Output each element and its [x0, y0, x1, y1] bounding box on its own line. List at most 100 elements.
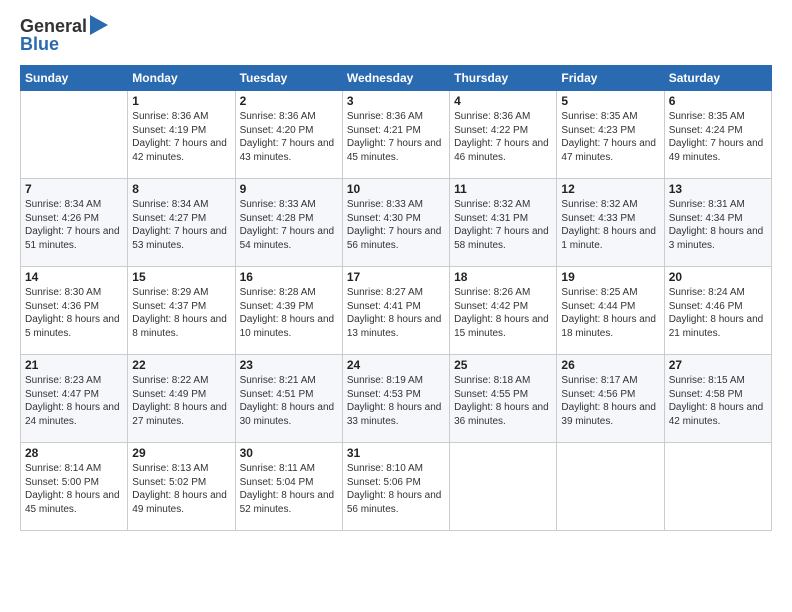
day-info: Sunrise: 8:22 AMSunset: 4:49 PMDaylight:…: [132, 374, 230, 428]
day-number: 13: [669, 182, 767, 196]
day-info: Sunrise: 8:36 AMSunset: 4:19 PMDaylight:…: [132, 110, 230, 164]
day-cell: 20 Sunrise: 8:24 AMSunset: 4:46 PMDayligh…: [664, 267, 771, 355]
day-cell: 11 Sunrise: 8:32 AMSunset: 4:31 PMDayligh…: [450, 179, 557, 267]
day-cell: [557, 443, 664, 531]
day-number: 2: [240, 94, 338, 108]
day-number: 23: [240, 358, 338, 372]
day-cell: 7 Sunrise: 8:34 AMSunset: 4:26 PMDaylight…: [21, 179, 128, 267]
calendar-table: SundayMondayTuesdayWednesdayThursdayFrid…: [20, 65, 772, 531]
day-number: 11: [454, 182, 552, 196]
day-number: 19: [561, 270, 659, 284]
day-cell: 30Sunrise: 8:11 AMSunset: 5:04 PMDayligh…: [235, 443, 342, 531]
header: General Blue: [20, 16, 772, 55]
week-row-1: 1 Sunrise: 8:36 AMSunset: 4:19 PMDaylight…: [21, 91, 772, 179]
day-number: 1: [132, 94, 230, 108]
day-number: 5: [561, 94, 659, 108]
weekday-header-sunday: Sunday: [21, 66, 128, 91]
day-number: 20: [669, 270, 767, 284]
day-cell: 19 Sunrise: 8:25 AMSunset: 4:44 PMDayligh…: [557, 267, 664, 355]
day-number: 7: [25, 182, 123, 196]
day-cell: 25Sunrise: 8:18 AMSunset: 4:55 PMDayligh…: [450, 355, 557, 443]
day-cell: 15Sunrise: 8:29 AMSunset: 4:37 PMDayligh…: [128, 267, 235, 355]
day-info: Sunrise: 8:13 AMSunset: 5:02 PMDaylight:…: [132, 462, 230, 516]
day-number: 26: [561, 358, 659, 372]
day-cell: 13 Sunrise: 8:31 AMSunset: 4:34 PMDayligh…: [664, 179, 771, 267]
day-info: Sunrise: 8:14 AMSunset: 5:00 PMDaylight:…: [25, 462, 123, 516]
day-number: 8: [132, 182, 230, 196]
day-number: 3: [347, 94, 445, 108]
day-number: 16: [240, 270, 338, 284]
day-number: 28: [25, 446, 123, 460]
day-cell: 29 Sunrise: 8:13 AMSunset: 5:02 PMDayligh…: [128, 443, 235, 531]
day-info: Sunrise: 8:33 AMSunset: 4:30 PMDaylight:…: [347, 198, 445, 252]
day-cell: 23 Sunrise: 8:21 AMSunset: 4:51 PMDayligh…: [235, 355, 342, 443]
day-cell: 3 Sunrise: 8:36 AMSunset: 4:21 PMDaylight…: [342, 91, 449, 179]
day-cell: 24 Sunrise: 8:19 AMSunset: 4:53 PMDayligh…: [342, 355, 449, 443]
weekday-header-row: SundayMondayTuesdayWednesdayThursdayFrid…: [21, 66, 772, 91]
day-info: Sunrise: 8:36 AMSunset: 4:21 PMDaylight:…: [347, 110, 445, 164]
day-cell: 21 Sunrise: 8:23 AMSunset: 4:47 PMDayligh…: [21, 355, 128, 443]
day-info: Sunrise: 8:19 AMSunset: 4:53 PMDaylight:…: [347, 374, 445, 428]
day-cell: 22 Sunrise: 8:22 AMSunset: 4:49 PMDayligh…: [128, 355, 235, 443]
day-number: 31: [347, 446, 445, 460]
day-cell: [450, 443, 557, 531]
weekday-header-saturday: Saturday: [664, 66, 771, 91]
day-cell: 28 Sunrise: 8:14 AMSunset: 5:00 PMDayligh…: [21, 443, 128, 531]
day-info: Sunrise: 8:10 AMSunset: 5:06 PMDaylight:…: [347, 462, 445, 516]
day-cell: 6Sunrise: 8:35 AMSunset: 4:24 PMDaylight…: [664, 91, 771, 179]
day-info: Sunrise: 8:36 AMSunset: 4:22 PMDaylight:…: [454, 110, 552, 164]
weekday-header-tuesday: Tuesday: [235, 66, 342, 91]
logo: General Blue: [20, 16, 108, 55]
week-row-2: 7 Sunrise: 8:34 AMSunset: 4:26 PMDaylight…: [21, 179, 772, 267]
day-info: Sunrise: 8:32 AMSunset: 4:33 PMDaylight:…: [561, 198, 659, 252]
day-cell: 4 Sunrise: 8:36 AMSunset: 4:22 PMDaylight…: [450, 91, 557, 179]
day-cell: 14Sunrise: 8:30 AMSunset: 4:36 PMDayligh…: [21, 267, 128, 355]
day-info: Sunrise: 8:23 AMSunset: 4:47 PMDaylight:…: [25, 374, 123, 428]
day-cell: 27 Sunrise: 8:15 AMSunset: 4:58 PMDayligh…: [664, 355, 771, 443]
day-info: Sunrise: 8:24 AMSunset: 4:46 PMDaylight:…: [669, 286, 767, 340]
day-info: Sunrise: 8:18 AMSunset: 4:55 PMDaylight:…: [454, 374, 552, 428]
day-number: 18: [454, 270, 552, 284]
logo-blue-text: Blue: [20, 34, 108, 55]
week-row-3: 14Sunrise: 8:30 AMSunset: 4:36 PMDayligh…: [21, 267, 772, 355]
day-cell: 26 Sunrise: 8:17 AMSunset: 4:56 PMDayligh…: [557, 355, 664, 443]
day-number: 29: [132, 446, 230, 460]
day-info: Sunrise: 8:34 AMSunset: 4:26 PMDaylight:…: [25, 198, 123, 252]
weekday-header-thursday: Thursday: [450, 66, 557, 91]
day-info: Sunrise: 8:31 AMSunset: 4:34 PMDaylight:…: [669, 198, 767, 252]
day-info: Sunrise: 8:33 AMSunset: 4:28 PMDaylight:…: [240, 198, 338, 252]
day-info: Sunrise: 8:15 AMSunset: 4:58 PMDaylight:…: [669, 374, 767, 428]
day-number: 21: [25, 358, 123, 372]
page: General Blue SundayMondayTuesdayWednesda…: [0, 0, 792, 612]
weekday-header-wednesday: Wednesday: [342, 66, 449, 91]
day-cell: [21, 91, 128, 179]
day-number: 6: [669, 94, 767, 108]
week-row-5: 28 Sunrise: 8:14 AMSunset: 5:00 PMDayligh…: [21, 443, 772, 531]
weekday-header-monday: Monday: [128, 66, 235, 91]
day-cell: 1 Sunrise: 8:36 AMSunset: 4:19 PMDaylight…: [128, 91, 235, 179]
day-info: Sunrise: 8:17 AMSunset: 4:56 PMDaylight:…: [561, 374, 659, 428]
day-number: 24: [347, 358, 445, 372]
day-info: Sunrise: 8:25 AMSunset: 4:44 PMDaylight:…: [561, 286, 659, 340]
day-info: Sunrise: 8:26 AMSunset: 4:42 PMDaylight:…: [454, 286, 552, 340]
day-number: 22: [132, 358, 230, 372]
day-number: 27: [669, 358, 767, 372]
day-cell: 10Sunrise: 8:33 AMSunset: 4:30 PMDayligh…: [342, 179, 449, 267]
day-info: Sunrise: 8:21 AMSunset: 4:51 PMDaylight:…: [240, 374, 338, 428]
day-cell: 9 Sunrise: 8:33 AMSunset: 4:28 PMDaylight…: [235, 179, 342, 267]
day-number: 15: [132, 270, 230, 284]
day-number: 9: [240, 182, 338, 196]
day-number: 14: [25, 270, 123, 284]
day-cell: 18 Sunrise: 8:26 AMSunset: 4:42 PMDayligh…: [450, 267, 557, 355]
day-info: Sunrise: 8:32 AMSunset: 4:31 PMDaylight:…: [454, 198, 552, 252]
day-number: 4: [454, 94, 552, 108]
day-cell: 12 Sunrise: 8:32 AMSunset: 4:33 PMDayligh…: [557, 179, 664, 267]
day-cell: 31 Sunrise: 8:10 AMSunset: 5:06 PMDayligh…: [342, 443, 449, 531]
day-info: Sunrise: 8:34 AMSunset: 4:27 PMDaylight:…: [132, 198, 230, 252]
day-number: 12: [561, 182, 659, 196]
week-row-4: 21 Sunrise: 8:23 AMSunset: 4:47 PMDayligh…: [21, 355, 772, 443]
day-info: Sunrise: 8:28 AMSunset: 4:39 PMDaylight:…: [240, 286, 338, 340]
day-info: Sunrise: 8:27 AMSunset: 4:41 PMDaylight:…: [347, 286, 445, 340]
logo-icon: [90, 15, 108, 35]
day-cell: 16 Sunrise: 8:28 AMSunset: 4:39 PMDayligh…: [235, 267, 342, 355]
